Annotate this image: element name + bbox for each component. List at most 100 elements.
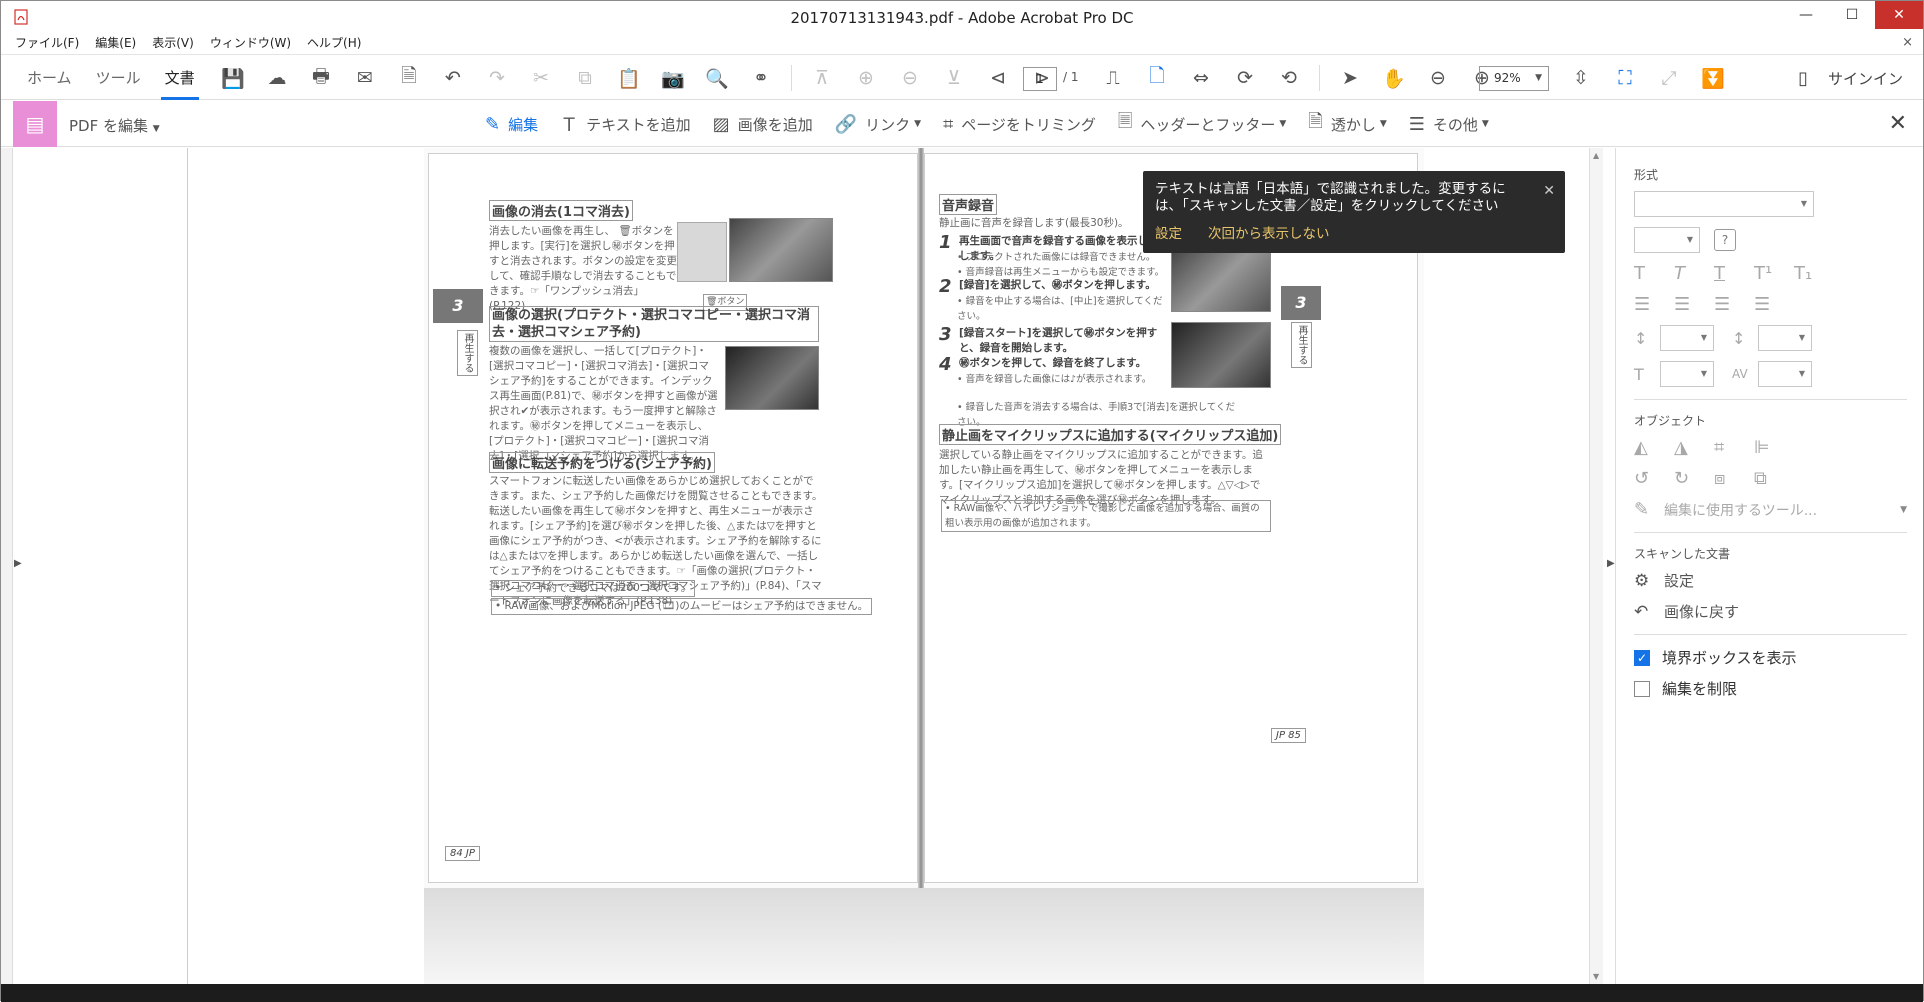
align-objects-icon[interactable]: ⊫ — [1754, 437, 1794, 458]
rotate-counterclockwise-icon[interactable]: ↺ — [1634, 468, 1674, 489]
toast-settings-link[interactable]: 設定 — [1155, 226, 1182, 243]
scanned-settings-button[interactable]: ⚙ 設定 — [1634, 570, 1907, 591]
help-icon[interactable]: ? — [1714, 229, 1736, 251]
print-icon[interactable]: 🖶 — [299, 56, 343, 100]
previous-page-icon[interactable]: ⊕ — [844, 56, 888, 100]
watermark-tool[interactable]: 🗎 透かし ▼ — [1308, 109, 1386, 139]
link-tool[interactable]: 🔗 リンク ▼ — [835, 114, 921, 135]
arrange-objects-icon[interactable]: ⧉ — [1754, 468, 1794, 489]
line-spacing-select[interactable]: ▼ — [1660, 325, 1714, 351]
redo-icon[interactable]: ↷ — [475, 56, 519, 100]
collapse-right-panel-icon[interactable]: ▶ — [1607, 558, 1615, 569]
paste-icon[interactable]: 📋 — [607, 56, 651, 100]
header-footer-tool[interactable]: 🗏 ヘッダーとフッター ▼ — [1118, 109, 1286, 139]
close-edit-toolbar-icon[interactable]: ✕ — [1889, 111, 1907, 136]
mobile-link-icon[interactable]: ▯ — [1798, 68, 1808, 89]
edit-tool-select[interactable]: ✎ 編集に使用するツール... ▼ — [1634, 499, 1907, 520]
fit-width-icon[interactable]: ⇔ — [1179, 56, 1223, 100]
flip-horizontal-icon[interactable]: ◮ — [1674, 437, 1714, 458]
align-left-icon[interactable]: ☰ — [1634, 294, 1674, 315]
menu-window[interactable]: ウィンドウ(W) — [210, 33, 291, 54]
signin-link[interactable]: サインイン — [1828, 68, 1903, 89]
full-screen-icon[interactable]: ⤢ — [1647, 56, 1691, 100]
menu-edit[interactable]: 編集(E) — [95, 33, 136, 54]
restrict-editing-checkbox[interactable]: 編集を制限 — [1634, 678, 1907, 699]
hand-icon[interactable]: ✋ — [1372, 56, 1416, 100]
crop-pages-tool[interactable]: ⌗ ページをトリミング — [943, 114, 1096, 135]
zoom-select[interactable]: 92% ▼ — [1479, 66, 1549, 91]
edit-icon: ✎ — [485, 113, 501, 135]
character-spacing-select[interactable]: ▼ — [1758, 361, 1812, 387]
text-delete-image: 消去したい画像を再生し、 🗑ボタンを押します。[実行]を選択し㊙ボタンを押すと消… — [489, 225, 677, 312]
align-right-icon[interactable]: ☰ — [1714, 294, 1754, 315]
zoom-out-icon[interactable]: ⊖ — [1416, 56, 1460, 100]
align-justify-icon[interactable]: ☰ — [1754, 294, 1794, 315]
checkbox-unchecked-icon[interactable] — [1634, 680, 1650, 697]
find-binoculars-icon[interactable]: ⚭ — [739, 56, 783, 100]
page-display-icon[interactable]: ⎍ — [1091, 56, 1135, 100]
scroll-mode-icon[interactable]: ⇳ — [1559, 56, 1603, 100]
more-tool[interactable]: ☰ その他 ▼ — [1409, 114, 1489, 135]
first-page-icon[interactable]: ⊼ — [800, 56, 844, 100]
sign-check-icon[interactable]: 🗎 — [387, 56, 431, 100]
rotate-clockwise-icon[interactable]: ↻ — [1674, 468, 1714, 489]
undo-icon[interactable]: ↶ — [431, 56, 475, 100]
email-icon[interactable]: ✉ — [343, 56, 387, 100]
close-toast-icon[interactable]: ✕ — [1543, 183, 1555, 200]
replace-image-icon[interactable]: ⧈ — [1714, 468, 1754, 489]
select-pointer-icon[interactable]: ➤ — [1328, 56, 1372, 100]
scroll-down-icon[interactable]: ▼ — [1593, 972, 1599, 981]
paragraph-spacing-select[interactable]: ▼ — [1758, 325, 1812, 351]
single-page-icon[interactable]: 🗋 — [1135, 56, 1179, 100]
minimize-button[interactable]: — — [1783, 1, 1829, 29]
crop-image-icon[interactable]: ⌗ — [1714, 437, 1754, 458]
maximize-button[interactable]: ☐ — [1829, 1, 1875, 29]
text-underline-icon[interactable]: T — [1714, 263, 1754, 284]
save-icon[interactable]: 💾 — [211, 56, 255, 100]
step-number-2: 2 — [939, 276, 952, 297]
font-size-select[interactable]: ▼ — [1634, 227, 1700, 253]
align-center-icon[interactable]: ☰ — [1674, 294, 1714, 315]
edit-pdf-mode-menu[interactable]: PDF を編集 ▼ — [69, 115, 160, 136]
horizontal-scale-select[interactable]: ▼ — [1660, 361, 1714, 387]
snapshot-icon[interactable]: 📷 — [651, 56, 695, 100]
flip-vertical-icon[interactable]: ◭ — [1634, 437, 1674, 458]
scroll-up-icon[interactable]: ▲ — [1593, 151, 1599, 160]
restrict-editing-label: 編集を制限 — [1662, 680, 1738, 698]
add-text-tool[interactable]: Ｔ テキストを追加 — [560, 111, 691, 137]
menu-view[interactable]: 表示(V) — [152, 33, 194, 54]
add-image-tool[interactable]: ▨ 画像を追加 — [713, 114, 813, 135]
upload-cloud-icon[interactable]: ☁ — [255, 56, 299, 100]
cut-icon[interactable]: ✂ — [519, 56, 563, 100]
rotate-counter-icon[interactable]: ⟲ — [1267, 56, 1311, 100]
font-family-select[interactable]: ▼ — [1634, 191, 1814, 217]
page-number-input[interactable]: 1 — [1023, 67, 1057, 91]
search-icon[interactable]: 🔍 — [695, 56, 739, 100]
text-superscript-icon[interactable]: T¹ — [1754, 263, 1794, 284]
edit-text-image-tool[interactable]: ✎ 編集 — [485, 114, 538, 135]
last-page-icon[interactable]: ⊻ — [932, 56, 976, 100]
revert-to-image-button[interactable]: ↶ 画像に戻す — [1634, 601, 1907, 622]
fit-page-icon[interactable]: ⛶ — [1603, 56, 1647, 100]
checkbox-checked-icon[interactable]: ✓ — [1634, 649, 1650, 666]
copy-icon[interactable]: ⧉ — [563, 56, 607, 100]
menu-file[interactable]: ファイル(F) — [15, 33, 79, 54]
text-italic-icon[interactable]: T — [1674, 263, 1714, 284]
toast-dismiss-link[interactable]: 次回から表示しない — [1208, 226, 1330, 243]
tab-document[interactable]: 文書 — [153, 56, 207, 100]
read-mode-icon[interactable]: ⏬ — [1691, 56, 1735, 100]
tab-tools[interactable]: ツール — [84, 56, 153, 100]
rotate-icon[interactable]: ⟳ — [1223, 56, 1267, 100]
show-bounding-boxes-checkbox[interactable]: ✓ 境界ボックスを表示 — [1634, 647, 1907, 668]
tab-home[interactable]: ホーム — [15, 56, 84, 100]
expand-left-panel-icon[interactable]: ▶ — [14, 558, 22, 569]
menu-help[interactable]: ヘルプ(H) — [307, 33, 361, 54]
close-document-button[interactable]: × — [1902, 35, 1913, 50]
text-subscript-icon[interactable]: T₁ — [1794, 263, 1834, 284]
vertical-scrollbar[interactable]: ▲ ▼ — [1589, 148, 1603, 984]
document-viewport[interactable]: 画像の消去(1コマ消去) 消去したい画像を再生し、 🗑ボタンを押します。[実行]… — [187, 148, 1424, 984]
text-normal-icon[interactable]: T — [1634, 263, 1674, 284]
close-window-button[interactable]: ✕ — [1875, 1, 1923, 29]
next-page-icon[interactable]: ⊖ — [888, 56, 932, 100]
previous-view-icon[interactable]: ⊲ — [976, 56, 1020, 100]
